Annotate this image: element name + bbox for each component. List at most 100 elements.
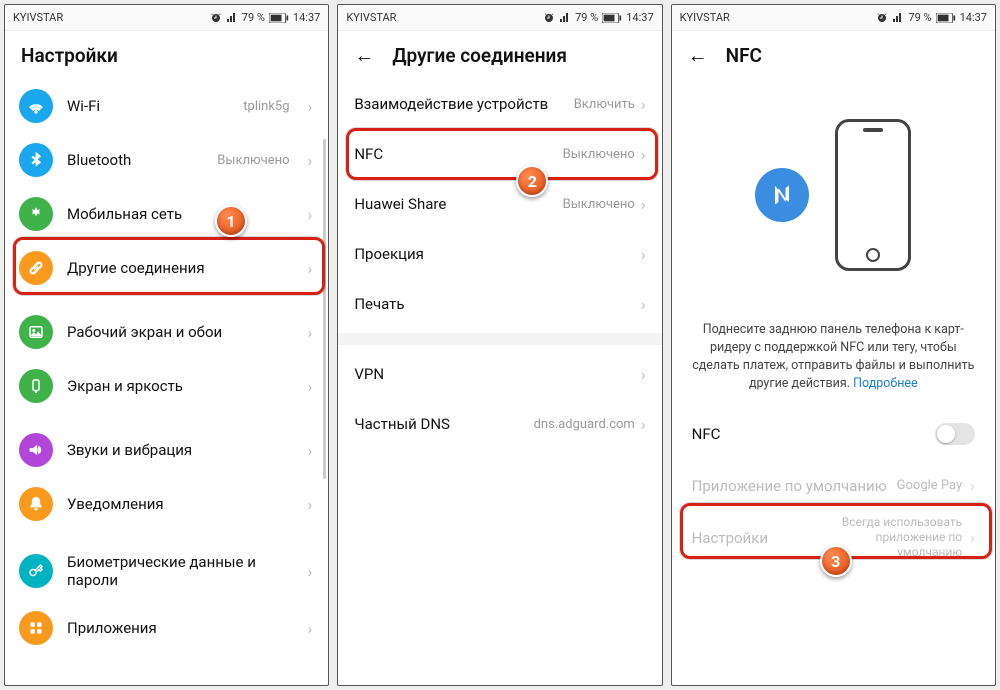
chevron-right-icon: › [308, 619, 313, 638]
chevron-right-icon: › [308, 562, 313, 581]
screen-nfc: KYIVSTAR 79 % 14:37 ← NFC Поднесите задн… [671, 4, 996, 686]
row-label: NFC [692, 425, 935, 443]
nfc-description-text: Поднесите заднюю панель телефона к карт-… [692, 322, 974, 391]
battery-icon [936, 13, 956, 23]
separator [338, 333, 661, 345]
row-wifi[interactable]: Wi-Fi tplink5g › [15, 79, 318, 133]
scrollbar[interactable] [323, 139, 326, 479]
battery-label: 79 % [242, 11, 265, 24]
chevron-right-icon: › [308, 259, 313, 278]
row-bluetooth[interactable]: Bluetooth Выключено › [15, 133, 318, 187]
chevron-right-icon: › [308, 97, 313, 116]
nfc-logo-icon [755, 168, 809, 222]
signal-icon [559, 12, 571, 24]
settings-list: Wi-Fi tplink5g › Bluetooth Выключено › М… [5, 79, 328, 685]
row-sounds-vibration[interactable]: Звуки и вибрация › [15, 423, 318, 477]
carrier-label: KYIVSTAR [346, 11, 396, 24]
battery-icon [269, 13, 289, 23]
status-bar: KYIVSTAR 79 % 14:37 [338, 5, 661, 31]
back-button[interactable]: ← [688, 43, 708, 68]
chevron-right-icon: › [308, 151, 313, 170]
row-vpn[interactable]: VPN › [348, 349, 651, 399]
row-label: Другие соединения [67, 259, 290, 277]
carrier-label: KYIVSTAR [680, 11, 730, 24]
row-label: Частный DNS [354, 415, 533, 433]
nfc-description: Поднесите заднюю панель телефона к карт-… [672, 321, 995, 408]
status-bar: KYIVSTAR 79 % 14:37 [5, 5, 328, 31]
row-label: Huawei Share [354, 195, 562, 213]
chevron-right-icon: › [641, 295, 646, 314]
row-projection[interactable]: Проекция › [348, 229, 651, 279]
key-icon [19, 554, 53, 588]
chevron-right-icon: › [308, 205, 313, 224]
chevron-right-icon: › [641, 245, 646, 264]
screen-other-connections: KYIVSTAR 79 % 14:37 ← Другие соединения … [337, 4, 662, 686]
row-label: Печать [354, 295, 635, 313]
brightness-icon [19, 369, 53, 403]
link-icon [19, 251, 53, 285]
row-value: dns.adguard.com [534, 417, 635, 432]
page-title-row: ← Другие соединения [338, 31, 661, 79]
back-button[interactable]: ← [354, 43, 374, 68]
chevron-right-icon: › [970, 528, 975, 547]
row-label: Приложение по умолчанию [692, 477, 897, 495]
signal-icon [226, 12, 238, 24]
signal-icon [892, 12, 904, 24]
chevron-right-icon: › [308, 495, 313, 514]
row-nfc-toggle[interactable]: NFC [680, 408, 987, 460]
row-label: Экран и яркость [67, 377, 290, 395]
nfc-toggle-switch[interactable] [935, 423, 975, 445]
row-home-wallpaper[interactable]: Рабочий экран и обои › [15, 305, 318, 359]
chevron-right-icon: › [308, 323, 313, 342]
row-label: Биометрические данные и пароли [67, 553, 290, 589]
row-label: Взаимодействие устройств [354, 95, 573, 113]
connections-list: Взаимодействие устройств Включить › NFC … [338, 79, 661, 685]
row-value: Выключено [217, 153, 289, 168]
page-title: Настройки [21, 44, 118, 67]
row-nfc[interactable]: NFC Выключено › [348, 129, 651, 179]
page-title: Другие соединения [392, 44, 567, 67]
row-label: Настройки [692, 529, 813, 547]
alarm-icon [876, 12, 888, 24]
row-notifications[interactable]: Уведомления › [15, 477, 318, 531]
step-marker-1: 1 [215, 205, 247, 237]
image-icon [19, 315, 53, 349]
chevron-right-icon: › [308, 377, 313, 396]
phone-outline-icon [835, 119, 911, 271]
row-label: Wi-Fi [67, 97, 229, 115]
carrier-label: KYIVSTAR [13, 11, 63, 24]
page-title-row: ← NFC [672, 31, 995, 79]
chevron-right-icon: › [970, 476, 975, 495]
wifi-icon [19, 89, 53, 123]
row-label: Мобильная сеть [67, 205, 290, 223]
signal-icon [19, 197, 53, 231]
row-other-connections[interactable]: Другие соединения › [15, 241, 318, 295]
status-bar: KYIVSTAR 79 % 14:37 [672, 5, 995, 31]
row-private-dns[interactable]: Частный DNS dns.adguard.com › [348, 399, 651, 449]
chevron-right-icon: › [641, 195, 646, 214]
learn-more-link[interactable]: Подробнее [853, 376, 918, 391]
row-label: Уведомления [67, 495, 290, 513]
apps-icon [19, 611, 53, 645]
sound-icon [19, 433, 53, 467]
row-label: Приложения [67, 619, 290, 637]
row-value: Google Pay [897, 478, 963, 493]
chevron-right-icon: › [641, 145, 646, 164]
nfc-illustration [672, 79, 995, 321]
row-apps[interactable]: Приложения › [15, 601, 318, 655]
row-device-interaction[interactable]: Взаимодействие устройств Включить › [348, 79, 651, 129]
row-print[interactable]: Печать › [348, 279, 651, 329]
row-mobile-network[interactable]: Мобильная сеть › [15, 187, 318, 241]
row-biometrics-passwords[interactable]: Биометрические данные и пароли › [15, 541, 318, 601]
battery-icon [602, 13, 622, 23]
row-label: Проекция [354, 245, 635, 263]
bell-icon [19, 487, 53, 521]
page-title-row: Настройки [5, 31, 328, 79]
step-marker-3: 3 [820, 545, 852, 577]
row-huawei-share[interactable]: Huawei Share Выключено › [348, 179, 651, 229]
row-label: NFC [354, 145, 562, 163]
row-default-app: Приложение по умолчанию Google Pay › [680, 460, 987, 512]
row-display-brightness[interactable]: Экран и яркость › [15, 359, 318, 413]
page-title: NFC [726, 44, 762, 67]
row-value: Выключено [563, 147, 635, 162]
